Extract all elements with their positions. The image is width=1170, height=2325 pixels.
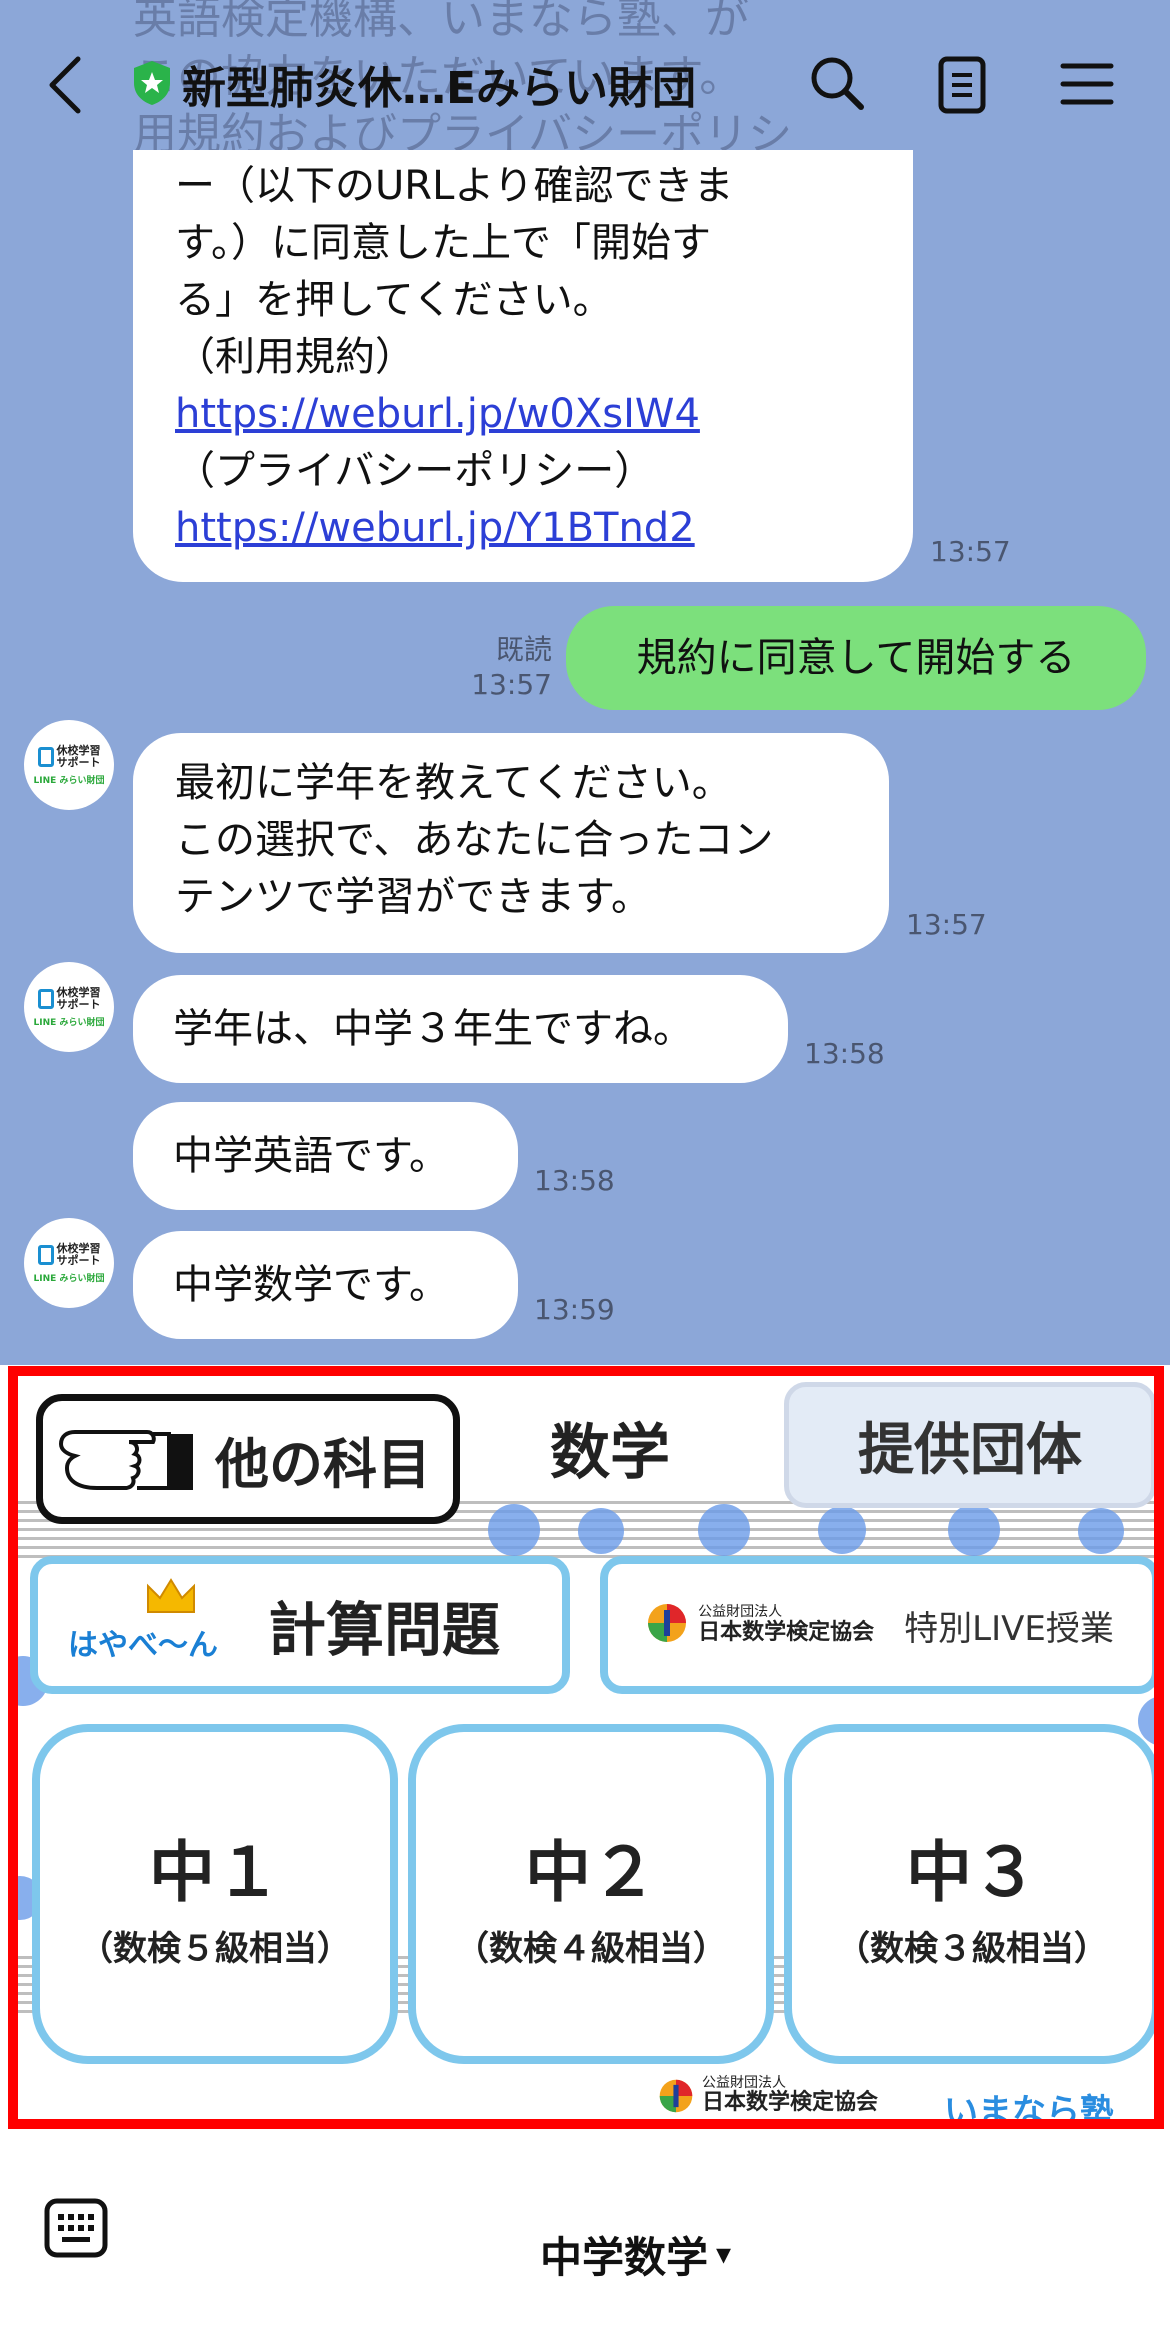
imanara-juku-logo: いまなら塾 xyxy=(944,2092,1114,2129)
read-receipt: 既読 13:57 xyxy=(471,633,552,701)
message-grade-confirm: 学年は、中学３年生ですね。 xyxy=(133,975,788,1083)
provider-button[interactable]: 提供団体 xyxy=(784,1382,1154,1508)
message-outgoing: 規約に同意して開始する xyxy=(566,606,1146,710)
footer-org-logo: 公益財団法人 日本数学検定協会 xyxy=(658,2075,878,2116)
privacy-link[interactable]: https://weburl.jp/Y1BTnd2 xyxy=(175,500,873,557)
bot-avatar[interactable]: 休校学習 サポート LINE みらい財団 xyxy=(24,962,114,1052)
message-grade-prompt: 最初に学年を教えてください。 この選択で、あなたに合ったコン テンツで学習ができ… xyxy=(133,733,889,953)
other-subjects-button[interactable]: 他の科目 xyxy=(36,1394,460,1524)
chat-area: 英語検定機構、いまなら塾、が この協力をいただいています。 用規約およびプライバ… xyxy=(0,0,1170,1365)
back-chevron-icon[interactable] xyxy=(36,50,96,120)
subject-title: 数学 xyxy=(550,1418,670,1488)
hayaben-logo: はやべ〜ん xyxy=(68,1578,218,1670)
message-math: 中学数学です。 xyxy=(133,1231,518,1339)
pointing-hand-icon xyxy=(57,1418,207,1500)
chat-header: 新型肺炎休…Eみらい財団 xyxy=(0,0,1170,175)
bottom-bar: 中学数学 ▾ xyxy=(0,2140,1170,2325)
grade1-button[interactable]: 中１ （数検５級相当） xyxy=(32,1724,398,2064)
decor-circle xyxy=(698,1504,750,1556)
math-association-logo-icon xyxy=(646,1602,688,1648)
decor-circle xyxy=(488,1504,540,1556)
keyboard-icon[interactable] xyxy=(44,2198,108,2262)
timestamp: 13:59 xyxy=(534,1293,615,1326)
decor-circle xyxy=(948,1504,1000,1556)
rich-menu: 他の科目 数学 提供団体 はやべ〜ん 計算問題 公益財団法人 日本数学検定協会 … xyxy=(8,1366,1164,2129)
bot-avatar[interactable]: 休校学習 サポート LINE みらい財団 xyxy=(24,720,114,810)
verified-shield-icon xyxy=(130,58,174,108)
decor-circle xyxy=(578,1508,624,1554)
timestamp: 13:58 xyxy=(534,1164,615,1197)
grade3-button[interactable]: 中３ （数検３級相当） xyxy=(784,1724,1154,2064)
special-live-class-button[interactable]: 公益財団法人 日本数学検定協会 特別LIVE授業 xyxy=(600,1556,1154,1694)
message-english: 中学英語です。 xyxy=(133,1102,518,1210)
message-terms: ー（以下のURLより確認できま す。）に同意した上で「開始す る」を押してくださ… xyxy=(133,150,913,582)
terms-link[interactable]: https://weburl.jp/w0XsIW4 xyxy=(175,386,873,443)
menu-icon[interactable] xyxy=(1058,56,1116,112)
rich-menu-toggle[interactable]: 中学数学 ▾ xyxy=(540,2224,731,2285)
decor-circle xyxy=(1078,1508,1124,1554)
notes-icon[interactable] xyxy=(932,52,992,118)
timestamp: 13:57 xyxy=(906,908,987,941)
timestamp: 13:58 xyxy=(804,1037,885,1070)
decor-circle xyxy=(818,1506,866,1554)
crown-icon xyxy=(144,1576,198,1620)
timestamp: 13:57 xyxy=(930,535,1011,568)
dropdown-arrow-icon: ▾ xyxy=(716,2237,732,2272)
math-association-logo-icon xyxy=(659,2079,693,2113)
search-icon[interactable] xyxy=(804,50,870,116)
grade2-button[interactable]: 中２ （数検４級相当） xyxy=(408,1724,774,2064)
bot-avatar[interactable]: 休校学習 サポート LINE みらい財団 xyxy=(24,1218,114,1308)
chat-title: 新型肺炎休…Eみらい財団 xyxy=(182,63,697,114)
calculation-problems-button[interactable]: はやべ〜ん 計算問題 xyxy=(30,1556,570,1694)
